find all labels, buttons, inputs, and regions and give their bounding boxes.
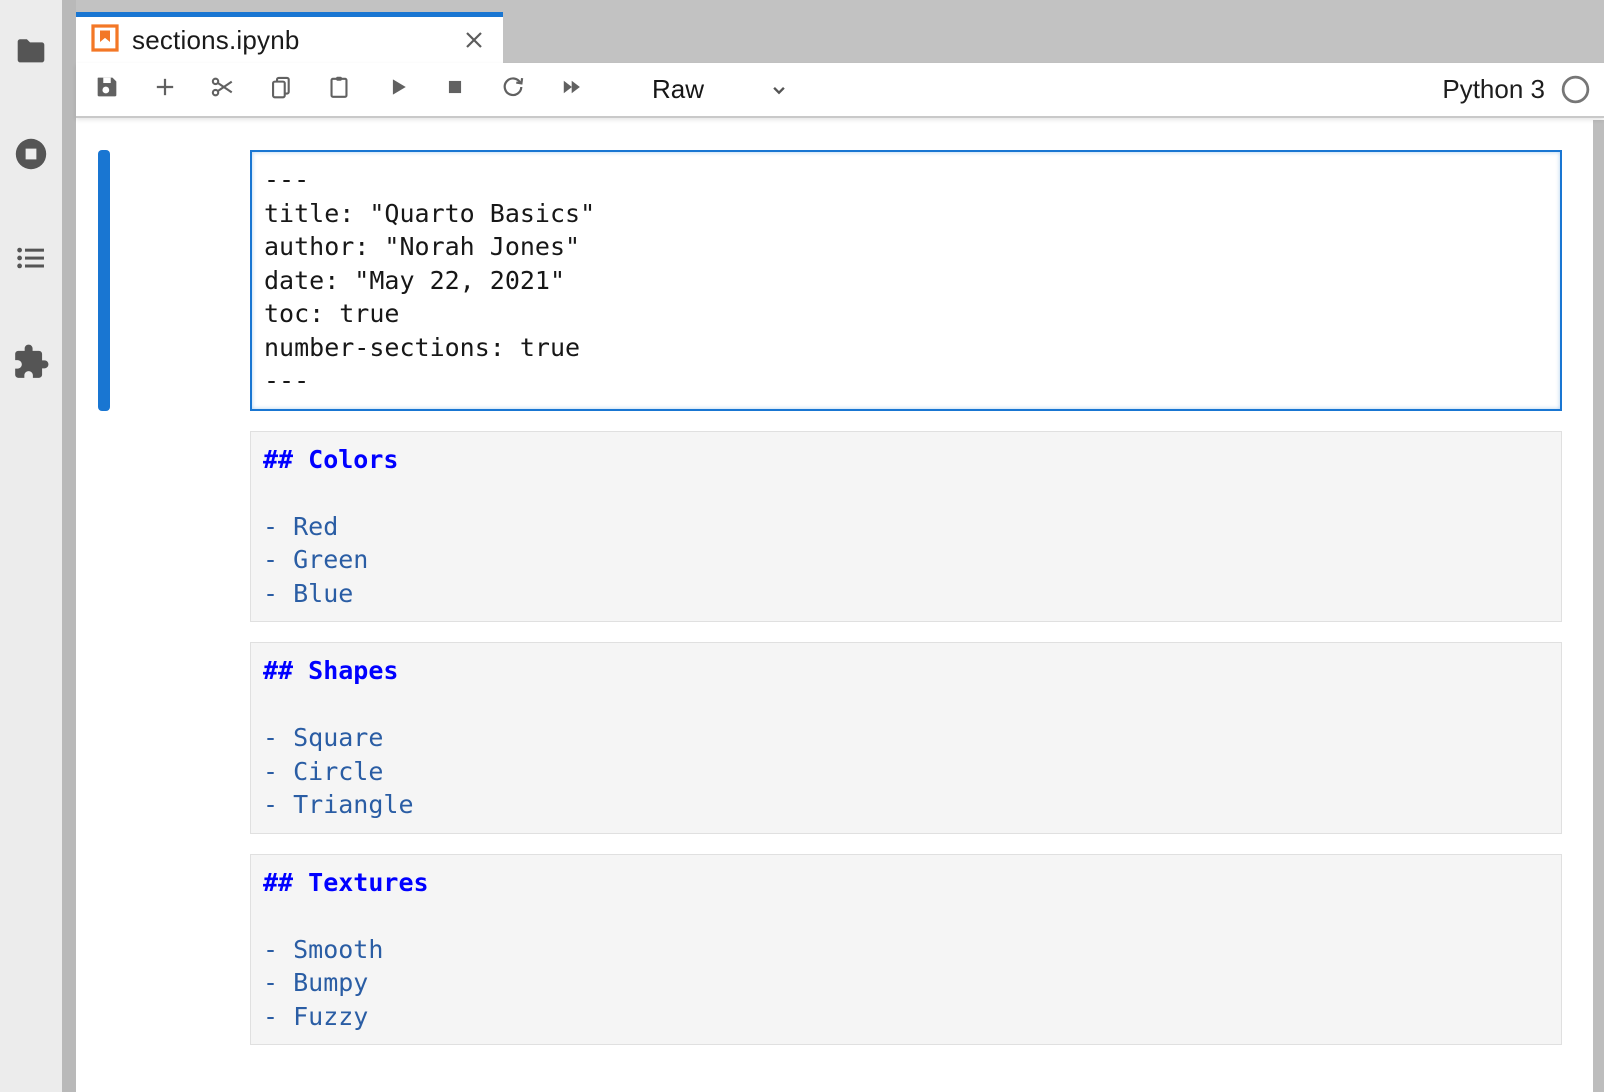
- code-line: ## Textures: [263, 866, 1549, 900]
- code-line: - Square: [263, 721, 1549, 755]
- code-line: number-sections: true: [264, 331, 1548, 365]
- markdown-cell-editor[interactable]: ## Colors - Red- Green- Blue: [250, 431, 1562, 623]
- code-line: - Green: [263, 543, 1549, 577]
- code-line: - Circle: [263, 755, 1549, 789]
- copy-icon: [267, 73, 295, 106]
- running-sessions-button[interactable]: [12, 137, 50, 175]
- fast-forward-icon: [557, 73, 585, 106]
- kernel-indicator[interactable]: Python 3: [1442, 73, 1596, 106]
- cell-collapser[interactable]: [98, 431, 110, 623]
- cell-markdown-3[interactable]: ## Textures - Smooth- Bumpy- Fuzzy: [76, 854, 1604, 1046]
- puzzle-icon: [12, 343, 50, 386]
- running-sessions-icon: [12, 135, 50, 178]
- add-cell-button[interactable]: [150, 75, 180, 105]
- code-line: [263, 899, 1549, 933]
- sidebar-divider: [62, 0, 76, 1092]
- play-icon: [383, 73, 411, 106]
- cut-cell-button[interactable]: [208, 75, 238, 105]
- markdown-cell-editor[interactable]: ## Shapes - Square- Circle- Triangle: [250, 642, 1562, 834]
- extensions-button[interactable]: [12, 345, 50, 383]
- file-browser-button[interactable]: [12, 33, 50, 71]
- scissors-icon: [209, 73, 237, 106]
- code-line: - Bumpy: [263, 966, 1549, 1000]
- save-button[interactable]: [92, 75, 122, 105]
- chevron-down-icon: [766, 77, 792, 103]
- tab-sections-ipynb[interactable]: sections.ipynb: [76, 12, 503, 63]
- cell-markdown-1[interactable]: ## Colors - Red- Green- Blue: [76, 431, 1604, 623]
- copy-cell-button[interactable]: [266, 75, 296, 105]
- kernel-name: Python 3: [1442, 74, 1545, 105]
- table-of-contents-button[interactable]: [12, 241, 50, 279]
- code-line: [263, 688, 1549, 722]
- cell-collapser[interactable]: [98, 854, 110, 1046]
- notebook-toolbar: Raw Python 3: [76, 63, 1604, 118]
- jupyterlab-window: sections.ipynb: [0, 0, 1604, 1092]
- code-line: - Blue: [263, 577, 1549, 611]
- save-icon: [93, 73, 121, 106]
- dock-tab-bar: sections.ipynb: [76, 0, 1604, 63]
- code-line: author: "Norah Jones": [264, 230, 1548, 264]
- clipboard-icon: [325, 73, 353, 106]
- code-line: ## Colors: [263, 443, 1549, 477]
- cell-type-dropdown[interactable]: Raw: [652, 74, 792, 105]
- cell-type-value: Raw: [652, 74, 704, 105]
- notebook-cells: ---title: "Quarto Basics"author: "Norah …: [76, 150, 1604, 1045]
- code-line: title: "Quarto Basics": [264, 197, 1548, 231]
- run-all-button[interactable]: [556, 75, 586, 105]
- code-line: - Triangle: [263, 788, 1549, 822]
- stop-square-icon: [441, 73, 469, 106]
- toc-list-icon: [12, 239, 50, 282]
- code-line: ## Shapes: [263, 654, 1549, 688]
- code-line: - Smooth: [263, 933, 1549, 967]
- cell-collapser[interactable]: [98, 150, 110, 411]
- code-line: toc: true: [264, 297, 1548, 331]
- restart-kernel-button[interactable]: [498, 75, 528, 105]
- cell-markdown-2[interactable]: ## Shapes - Square- Circle- Triangle: [76, 642, 1604, 834]
- run-cell-button[interactable]: [382, 75, 412, 105]
- markdown-cell-editor[interactable]: ## Textures - Smooth- Bumpy- Fuzzy: [250, 854, 1562, 1046]
- cell-raw-0[interactable]: ---title: "Quarto Basics"author: "Norah …: [76, 150, 1604, 411]
- restart-icon: [499, 73, 527, 106]
- tab-title: sections.ipynb: [132, 25, 300, 56]
- paste-cell-button[interactable]: [324, 75, 354, 105]
- raw-cell-editor[interactable]: ---title: "Quarto Basics"author: "Norah …: [250, 150, 1562, 411]
- code-line: - Red: [263, 510, 1549, 544]
- code-line: ---: [264, 163, 1548, 197]
- code-line: - Fuzzy: [263, 1000, 1549, 1034]
- code-line: [263, 476, 1549, 510]
- close-icon[interactable]: [459, 25, 489, 55]
- code-line: date: "May 22, 2021": [264, 264, 1548, 298]
- kernel-idle-circle-icon: [1559, 73, 1592, 106]
- cell-collapser[interactable]: [98, 642, 110, 834]
- folder-icon: [12, 31, 50, 74]
- interrupt-kernel-button[interactable]: [440, 75, 470, 105]
- vertical-scrollbar[interactable]: [1593, 120, 1604, 1092]
- left-activity-bar: [0, 0, 62, 1092]
- notebook-icon: [90, 23, 120, 58]
- code-line: ---: [264, 364, 1548, 398]
- notebook-panel: ---title: "Quarto Basics"author: "Norah …: [76, 118, 1604, 1092]
- plus-icon: [151, 73, 179, 106]
